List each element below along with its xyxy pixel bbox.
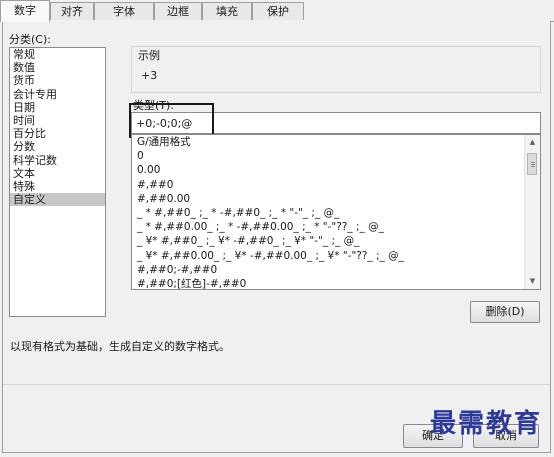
format-item[interactable]: 0.00 [132,163,540,177]
grip-line [531,166,535,167]
category-item-selected[interactable]: 自定义 [10,193,105,207]
scroll-thumb[interactable] [527,153,537,175]
category-item[interactable]: 分数 [10,140,105,153]
category-item[interactable]: 文本 [10,167,105,180]
format-item[interactable]: #,##0;-#,##0 [132,263,540,277]
category-item[interactable]: 常规 [10,48,105,61]
category-item[interactable]: 货币 [10,74,105,87]
sample-label: 示例 [138,49,160,62]
tab-fill[interactable]: 填充 [202,2,252,20]
category-item[interactable]: 特殊 [10,180,105,193]
format-item[interactable]: _ ¥* #,##0_ ;_ ¥* -#,##0_ ;_ ¥* "-"_ ;_ … [132,234,540,248]
tab-number[interactable]: 数字 [0,0,50,22]
tab-font[interactable]: 字体 [94,2,154,20]
format-list-scrollbar[interactable]: ▲ ▼ [524,135,540,289]
format-item[interactable]: _ * #,##0.00_ ;_ * -#,##0.00_ ;_ * "-"??… [132,220,540,234]
footer-divider [3,384,550,385]
tab-alignment[interactable]: 对齐 [50,2,94,20]
format-item[interactable]: #,##0 [132,178,540,192]
watermark-logo: 最需教育 [430,409,543,439]
format-item[interactable]: 0 [132,149,540,163]
delete-button[interactable]: 删除(D) [470,301,540,323]
grip-line [531,164,535,165]
format-item[interactable]: _ ¥* #,##0.00_ ;_ ¥* -#,##0.00_ ;_ ¥* "-… [132,249,540,263]
scroll-down-icon[interactable]: ▼ [525,274,540,289]
format-list[interactable]: G/通用格式 0 0.00 #,##0 #,##0.00 _ * #,##0_ … [131,134,541,290]
format-item[interactable]: #,##0.00 [132,192,540,206]
category-item[interactable]: 会计专用 [10,88,105,101]
category-list[interactable]: 常规 数值 货币 会计专用 日期 时间 百分比 分数 科学记数 文本 特殊 自定… [9,47,106,317]
format-description: 以现有格式为基础，生成自定义的数字格式。 [10,340,230,353]
category-item[interactable]: 时间 [10,114,105,127]
type-input[interactable] [131,112,541,134]
type-label: 类型(T): [133,99,175,112]
sample-value: +3 [141,69,158,82]
sample-group [131,46,541,93]
format-item[interactable]: #,##0;[红色]-#,##0 [132,277,540,289]
format-item[interactable]: G/通用格式 [132,135,540,149]
tab-strip: 数字 对齐 字体 边框 填充 保护 [0,0,554,22]
scroll-up-icon[interactable]: ▲ [525,135,540,150]
category-item[interactable]: 数值 [10,61,105,74]
category-label: 分类(C): [9,33,51,46]
category-item[interactable]: 日期 [10,101,105,114]
category-item[interactable]: 科学记数 [10,154,105,167]
tab-protection[interactable]: 保护 [252,2,304,20]
grip-line [531,162,535,163]
format-item[interactable]: _ * #,##0_ ;_ * -#,##0_ ;_ * "-"_ ;_ @_ [132,206,540,220]
tab-border[interactable]: 边框 [154,2,202,20]
category-item[interactable]: 百分比 [10,127,105,140]
